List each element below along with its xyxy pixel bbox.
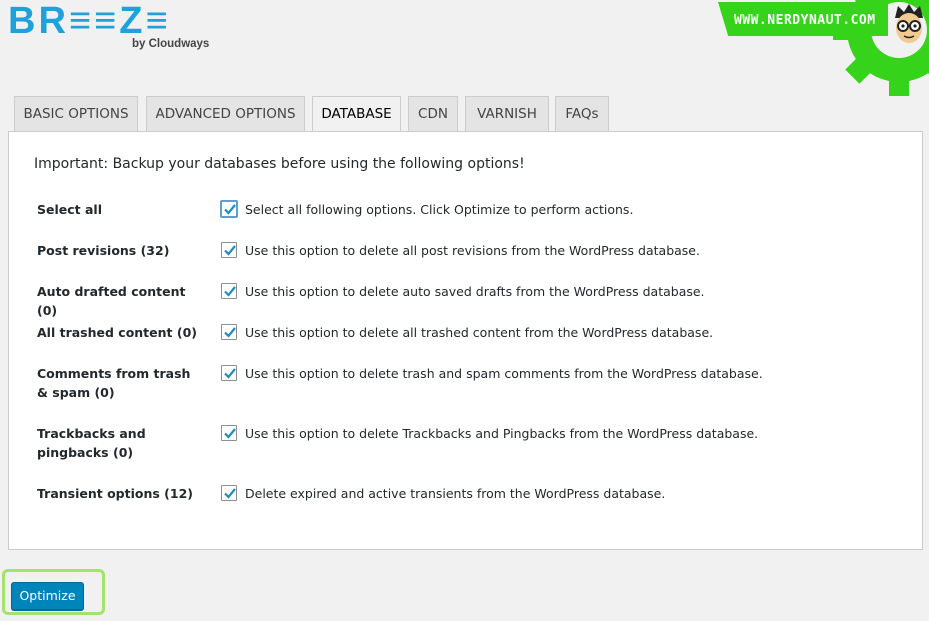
tab-varnish[interactable]: VARNISH bbox=[465, 96, 549, 132]
option-description: Use this option to delete auto saved dra… bbox=[245, 284, 705, 299]
post-revisions-checkbox[interactable] bbox=[221, 242, 237, 258]
option-label: Post revisions (32) bbox=[37, 243, 170, 258]
checkmark-icon bbox=[224, 488, 236, 499]
checkmark-icon bbox=[224, 204, 236, 215]
spam-comments-checkbox[interactable] bbox=[221, 365, 237, 381]
checkmark-icon bbox=[224, 368, 236, 379]
checkmark-icon bbox=[224, 245, 236, 256]
database-panel: Important: Backup your databases before … bbox=[8, 131, 923, 550]
breeze-logo: BR≡≡Z≡ by Cloudways bbox=[8, 2, 213, 52]
tab-cdn[interactable]: CDN bbox=[408, 96, 458, 132]
option-description: Use this option to delete trash and spam… bbox=[245, 366, 763, 381]
option-label: Select all bbox=[37, 202, 102, 217]
option-description: Delete expired and active transients fro… bbox=[245, 486, 666, 501]
transients-checkbox[interactable] bbox=[221, 485, 237, 501]
optimize-highlight: Optimize bbox=[2, 569, 105, 615]
logo-wordmark: BR≡≡Z≡ bbox=[8, 0, 171, 42]
option-description: Use this option to delete all trashed co… bbox=[245, 325, 714, 340]
tab-advanced-options[interactable]: ADVANCED OPTIONS bbox=[146, 96, 305, 132]
backup-notice: Important: Backup your databases before … bbox=[34, 156, 525, 172]
tab-basic-options[interactable]: BASIC OPTIONS bbox=[14, 96, 138, 132]
option-label: Comments from trash & spam (0) bbox=[37, 366, 191, 400]
trashed-content-checkbox[interactable] bbox=[221, 324, 237, 340]
checkmark-icon bbox=[224, 428, 236, 439]
checkmark-icon bbox=[224, 286, 236, 297]
nerdynaut-watermark: WWW.NERDYNAUT.COM bbox=[714, 0, 929, 96]
checkmark-icon bbox=[224, 327, 236, 338]
option-description: Use this option to delete Trackbacks and… bbox=[245, 426, 759, 441]
option-label: Trackbacks and pingbacks (0) bbox=[37, 426, 146, 460]
option-label: Transient options (12) bbox=[37, 486, 193, 501]
nerd-avatar-icon bbox=[895, 4, 923, 43]
auto-drafted-checkbox[interactable] bbox=[221, 283, 237, 299]
watermark-text: WWW.NERDYNAUT.COM bbox=[734, 13, 876, 28]
tab-database[interactable]: DATABASE bbox=[312, 96, 401, 133]
watermark-banner: WWW.NERDYNAUT.COM bbox=[718, 2, 888, 36]
option-description: Select all following options. Click Opti… bbox=[245, 202, 634, 217]
option-description: Use this option to delete all post revis… bbox=[245, 243, 700, 258]
option-label: Auto drafted content (0) bbox=[37, 284, 186, 318]
optimize-button[interactable]: Optimize bbox=[11, 582, 84, 610]
trackbacks-checkbox[interactable] bbox=[221, 425, 237, 441]
select-all-checkbox[interactable] bbox=[221, 201, 237, 217]
tab-faqs[interactable]: FAQs bbox=[555, 96, 609, 132]
option-label: All trashed content (0) bbox=[37, 325, 197, 340]
logo-subtitle: by Cloudways bbox=[132, 38, 210, 50]
